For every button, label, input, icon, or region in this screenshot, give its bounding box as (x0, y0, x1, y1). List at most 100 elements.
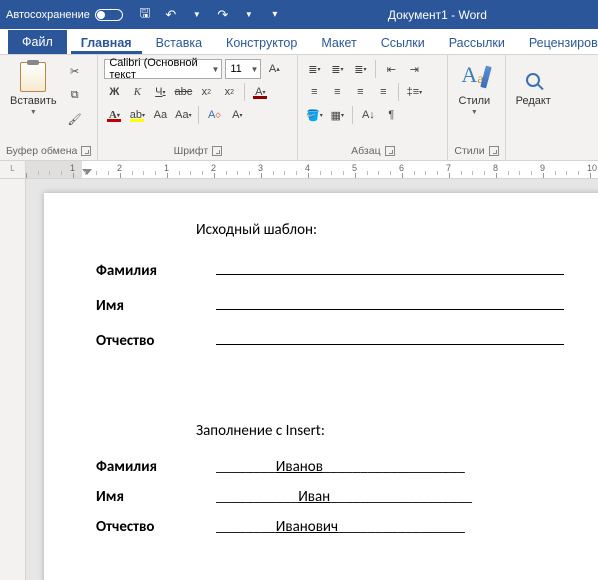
chevron-down-icon: ▼ (471, 109, 478, 116)
separator (398, 83, 399, 101)
font-color-button[interactable]: A▾ (104, 105, 124, 125)
chevron-down-icon[interactable]: ▼ (241, 7, 257, 23)
separator (198, 106, 199, 124)
group-paragraph: ≣▾ ≣▾ ≣▾ ⇤ ⇥ ≡ ≡ ≡ ≡ ‡≡▾ 🪣▾ ▦▾ A↓ ¶ (298, 55, 448, 160)
pilcrow-icon: ¶ (388, 109, 394, 121)
section-heading: Заполнение с Insert: (196, 422, 564, 440)
show-marks-button[interactable]: ¶ (381, 105, 401, 125)
tab-references[interactable]: Ссылки (371, 31, 435, 54)
horizontal-ruler[interactable]: 121234567891011 (26, 161, 598, 179)
cut-button[interactable]: ✂ (65, 61, 85, 81)
border-icon: ▦ (331, 109, 341, 122)
form-label: Имя (96, 488, 216, 506)
increase-indent-button[interactable]: ⇥ (404, 59, 424, 79)
form-row[interactable]: Имя (96, 292, 564, 315)
save-icon[interactable]: 🖫 (137, 7, 153, 23)
italic-button[interactable]: К (127, 82, 147, 102)
chevron-down-icon[interactable]: ▼ (189, 7, 205, 23)
title-bar: Автосохранение 🖫 ↶ ▼ ↷ ▼ ▾ Документ1 - W… (0, 0, 598, 29)
tab-mailings[interactable]: Рассылки (439, 31, 515, 54)
tab-layout[interactable]: Макет (311, 31, 366, 54)
align-center-button[interactable]: ≡ (327, 82, 347, 102)
align-right-button[interactable]: ≡ (350, 82, 370, 102)
redo-icon[interactable]: ↷ (215, 7, 231, 23)
bullets-button[interactable]: ≣▾ (304, 59, 324, 79)
numbering-button[interactable]: ≣▾ (327, 59, 347, 79)
shrink-font-button[interactable]: Aa▾ (173, 105, 193, 125)
justify-button[interactable]: ≡ (373, 82, 393, 102)
undo-icon[interactable]: ↶ (163, 7, 179, 23)
strikethrough-button[interactable]: abc (173, 82, 193, 102)
search-icon (526, 73, 540, 87)
form-value[interactable]: ___________Иван___________________ (216, 488, 564, 506)
superscript-button[interactable]: x2 (219, 82, 239, 102)
form-value[interactable]: ________Иванович_________________ (216, 518, 564, 536)
font-size-combo[interactable]: 11▼ (225, 59, 261, 79)
copy-button[interactable]: ⧉ (65, 85, 85, 105)
form-row[interactable]: Имя___________Иван___________________ (96, 488, 564, 506)
form-row[interactable]: Фамилия (96, 257, 564, 280)
form-row[interactable]: Отчество________Иванович________________… (96, 518, 564, 536)
editing-button[interactable]: Редакт (512, 59, 555, 143)
align-center-icon: ≡ (334, 86, 340, 98)
brush-icon: 🖌 (68, 113, 82, 126)
grow-font-button[interactable]: A▴ (264, 59, 284, 79)
form-label: Отчество (96, 332, 216, 350)
numbering-icon: ≣ (331, 63, 340, 76)
clear-formatting-button[interactable]: A◇ (204, 105, 224, 125)
font-name-combo[interactable]: Calibri (Основной текст▼ (104, 59, 222, 79)
text-effects-button[interactable]: A▾ (250, 82, 270, 102)
decrease-indent-button[interactable]: ⇤ (381, 59, 401, 79)
underline-button[interactable]: Ч▾ (150, 82, 170, 102)
group-styles: Aa Стили ▼ Стили (448, 55, 505, 160)
page[interactable]: Исходный шаблон: ФамилияИмяОтчество Запо… (44, 193, 598, 580)
highlight-button[interactable]: ab▾ (127, 105, 147, 125)
tab-file[interactable]: Файл (8, 30, 67, 54)
dialog-launcher-icon[interactable] (385, 146, 395, 156)
align-right-icon: ≡ (357, 86, 363, 98)
document-area[interactable]: Исходный шаблон: ФамилияИмяОтчество Запо… (26, 179, 598, 580)
format-painter-button[interactable]: 🖌 (65, 109, 85, 129)
align-left-button[interactable]: ≡ (304, 82, 324, 102)
bucket-icon: 🪣 (306, 109, 320, 122)
character-border-button[interactable]: A▾ (227, 105, 247, 125)
autosave-label: Автосохранение (6, 9, 90, 21)
sort-button[interactable]: A↓ (358, 105, 378, 125)
styles-button[interactable]: Aa Стили ▼ (454, 59, 494, 143)
form-row[interactable]: Отчество (96, 327, 564, 350)
dialog-launcher-icon[interactable] (212, 146, 222, 156)
dialog-launcher-icon[interactable] (81, 146, 91, 156)
subscript-button[interactable]: x2 (196, 82, 216, 102)
form-value-line[interactable] (216, 327, 564, 345)
scissors-icon: ✂ (70, 65, 79, 78)
multilevel-button[interactable]: ≣▾ (350, 59, 370, 79)
tab-home[interactable]: Главная (71, 31, 142, 54)
workspace: Исходный шаблон: ФамилияИмяОтчество Запо… (0, 179, 598, 580)
justify-icon: ≡ (380, 86, 386, 98)
form-value-line[interactable] (216, 292, 564, 310)
chevron-down-icon: ▼ (211, 65, 219, 74)
form-row[interactable]: Фамилия________Иванов___________________ (96, 458, 564, 476)
change-case-button[interactable]: Aa (150, 105, 170, 125)
tab-design[interactable]: Конструктор (216, 31, 307, 54)
tab-review[interactable]: Рецензиров (519, 31, 598, 54)
bold-button[interactable]: Ж (104, 82, 124, 102)
clipboard-icon (20, 62, 46, 92)
form-value[interactable]: ________Иванов___________________ (216, 458, 564, 476)
form-value-line[interactable] (216, 257, 564, 275)
customize-qat-icon[interactable]: ▾ (267, 7, 283, 23)
paste-button[interactable]: Вставить ▼ (6, 59, 61, 143)
group-label: Шрифт (174, 145, 209, 157)
borders-button[interactable]: ▦▾ (327, 105, 347, 125)
line-spacing-button[interactable]: ‡≡▾ (404, 82, 424, 102)
ruler-corner: L (0, 161, 26, 179)
chevron-down-icon: ▼ (30, 109, 37, 116)
autosave-toggle[interactable]: Автосохранение (6, 9, 123, 21)
tab-insert[interactable]: Вставка (146, 31, 212, 54)
group-label: Буфер обмена (6, 145, 77, 157)
line-spacing-icon: ‡≡ (407, 86, 420, 98)
dialog-launcher-icon[interactable] (489, 146, 499, 156)
group-label: Стили (454, 145, 484, 157)
shading-button[interactable]: 🪣▾ (304, 105, 324, 125)
vertical-ruler[interactable] (0, 179, 26, 580)
